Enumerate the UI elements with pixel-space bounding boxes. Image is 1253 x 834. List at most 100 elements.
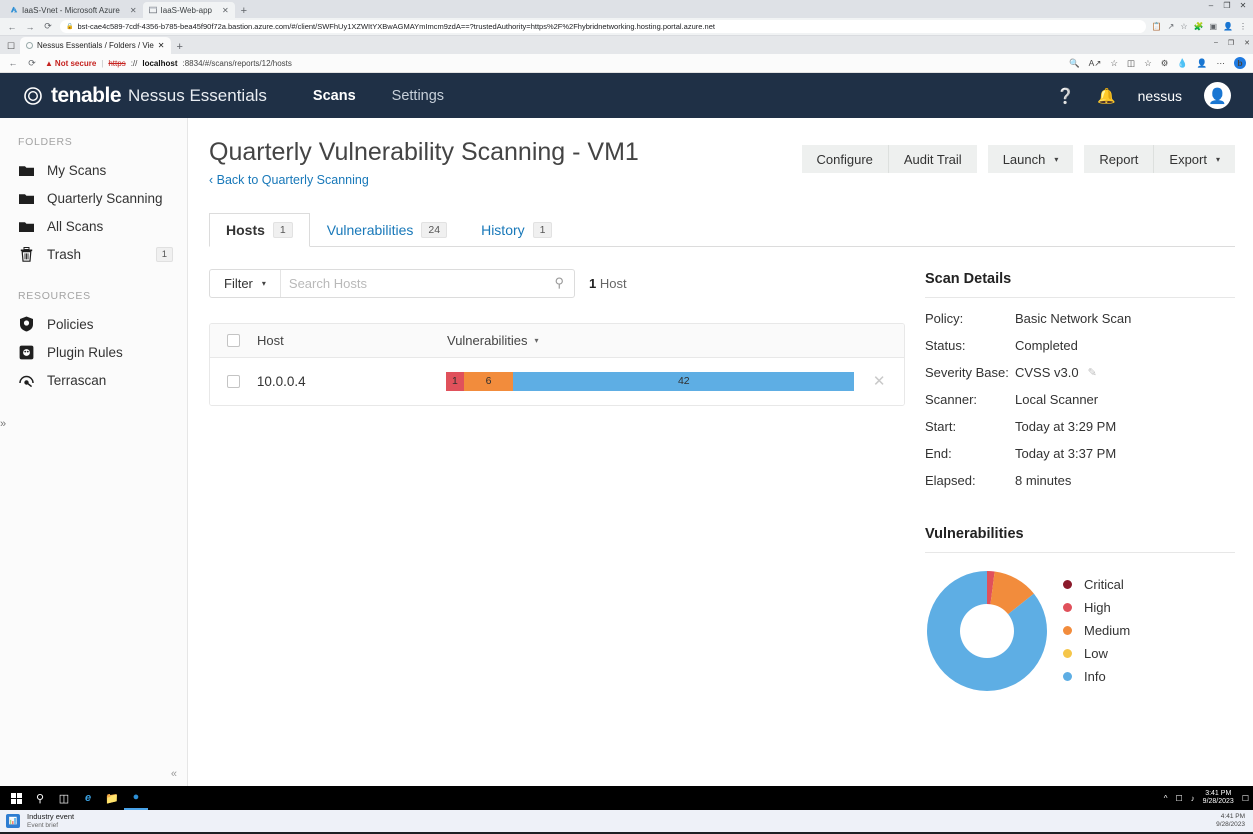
vulnerability-donut-chart[interactable] (925, 569, 1049, 693)
favorite-icon[interactable]: ☆ (1110, 58, 1118, 69)
extensions-icon[interactable]: 🧩 (1194, 22, 1204, 31)
copy-icon[interactable]: 📋 (1152, 22, 1162, 31)
table-row[interactable]: 10.0.0.4 1 6 42 ✕ (210, 357, 904, 405)
close-icon[interactable]: ✕ (222, 6, 229, 15)
sidebar-item-trash[interactable]: Trash 1 (0, 240, 187, 268)
search-icon[interactable]: ⚲ (28, 786, 52, 810)
column-header-vulnerabilities[interactable]: Vulnerabilities ▾ (447, 333, 854, 348)
export-button[interactable]: Export ▾ (1153, 145, 1235, 173)
new-tab-button[interactable]: + (171, 42, 189, 54)
settings-menu-icon[interactable]: ⋯ (1217, 58, 1226, 69)
profile-icon[interactable]: 👤 (1197, 58, 1208, 69)
tab-history[interactable]: History 1 (464, 213, 569, 247)
windows-start-icon[interactable] (4, 786, 28, 810)
outer-address-bar[interactable]: 🔒 bst-cae4c589-7cdf-4356-b785-bea45f90f7… (60, 20, 1146, 33)
row-checkbox[interactable] (226, 374, 240, 388)
vuln-segment-medium[interactable]: 6 (463, 371, 514, 391)
search-icon[interactable]: ⚲ (544, 270, 574, 297)
task-view-icon[interactable]: ◫ (52, 786, 76, 810)
forward-icon[interactable]: → (24, 22, 36, 32)
legend-item-medium[interactable]: Medium (1063, 623, 1130, 638)
vuln-segment-high[interactable]: 1 (446, 371, 464, 391)
close-icon[interactable]: ✕ (158, 41, 165, 50)
browser-essentials-icon[interactable]: ⚙ (1161, 58, 1169, 69)
internet-explorer-icon[interactable]: e (76, 786, 100, 810)
vuln-segment-info[interactable]: 42 (513, 371, 855, 391)
sidebar-item-terrascan[interactable]: Terrascan (0, 366, 187, 394)
user-avatar-icon[interactable]: 👤 (1204, 82, 1231, 109)
report-button[interactable]: Report (1084, 145, 1154, 173)
legend-item-high[interactable]: High (1063, 600, 1130, 615)
taskbar-clock[interactable]: 3:41 PM 9/28/2023 (1203, 790, 1234, 806)
news-card[interactable]: 📊 Industry event Event brief (6, 812, 74, 829)
lock-icon: 🔒 (66, 24, 74, 30)
read-aloud-icon[interactable]: A↗ (1089, 58, 1102, 69)
outer-tab-azure[interactable]: IaaS-Vnet - Microsoft Azure ✕ (4, 2, 143, 18)
question-circle-icon[interactable]: ❔ (1056, 87, 1075, 105)
back-icon[interactable]: ← (6, 22, 18, 32)
zoom-icon[interactable]: 🔍 (1069, 58, 1080, 69)
sidebar-expand-button[interactable]: » (0, 418, 6, 430)
notification-icon[interactable]: ☐ (1242, 794, 1249, 803)
sidebar-item-policies[interactable]: Policies (0, 310, 187, 338)
sidebar-item-all-scans[interactable]: All Scans (0, 212, 187, 240)
star-icon[interactable]: ☆ (1180, 22, 1187, 31)
folder-icon (18, 164, 35, 177)
reload-icon[interactable]: ⟳ (26, 58, 38, 69)
pencil-icon[interactable]: ✎ (1088, 366, 1097, 379)
menu-icon[interactable]: ⋮ (1239, 22, 1247, 31)
tab-vulnerabilities[interactable]: Vulnerabilities 24 (310, 213, 464, 247)
filter-button[interactable]: Filter ▾ (210, 269, 281, 297)
file-explorer-icon[interactable]: 📁 (100, 786, 124, 810)
legend-item-critical[interactable]: Critical (1063, 577, 1130, 592)
collections-icon[interactable]: ☆ (1144, 58, 1152, 69)
edge-icon[interactable]: ● (124, 786, 148, 810)
split-screen-icon[interactable]: ◫ (1127, 58, 1135, 69)
bell-icon[interactable]: 🔔 (1097, 87, 1116, 105)
remove-host-button[interactable]: ✕ (854, 372, 904, 390)
maximize-button[interactable]: ❐ (1219, 1, 1235, 10)
brand[interactable]: tenable Nessus Essentials (22, 84, 267, 108)
tab-hosts[interactable]: Hosts 1 (209, 212, 310, 247)
sidebar-item-plugin-rules[interactable]: Plugin Rules (0, 338, 187, 366)
launch-button[interactable]: Launch ▾ (987, 145, 1074, 173)
sidebar-collapse-button[interactable]: « (171, 768, 177, 780)
new-tab-button[interactable]: + (235, 6, 253, 18)
host-link[interactable]: 10.0.0.4 (257, 374, 306, 389)
close-icon[interactable]: ✕ (130, 6, 137, 15)
tab-actions-icon[interactable]: ☐ (2, 41, 20, 54)
close-button[interactable]: ✕ (1235, 1, 1251, 10)
minimize-button[interactable]: – (1203, 1, 1219, 10)
nav-link-scans[interactable]: Scans (313, 88, 356, 104)
share-icon[interactable]: ↗ (1168, 22, 1175, 31)
bing-copilot-icon[interactable]: b (1234, 57, 1246, 69)
audit-trail-button[interactable]: Audit Trail (887, 145, 977, 173)
sidebar-item-my-scans[interactable]: My Scans (0, 156, 187, 184)
vulnerability-bar[interactable]: 1 6 42 (446, 371, 855, 391)
nav-link-settings[interactable]: Settings (392, 88, 444, 104)
outer-tab-webapp[interactable]: IaaS-Web-app ✕ (142, 2, 235, 18)
not-secure-indicator[interactable]: ▲ Not secure (45, 59, 96, 68)
export-label: Export (1169, 151, 1207, 167)
search-input[interactable] (280, 269, 545, 297)
inner-tab-nessus[interactable]: Nessus Essentials / Folders / Vie ✕ (20, 37, 171, 54)
back-to-folder-link[interactable]: ‹ Back to Quarterly Scanning (209, 173, 639, 187)
inner-address-bar[interactable]: ▲ Not secure | https:// localhost:8834/#/… (45, 59, 1062, 68)
profile-icon[interactable]: 👤 (1223, 22, 1233, 31)
chevron-up-icon[interactable]: ^ (1164, 794, 1168, 803)
legend-item-low[interactable]: Low (1063, 646, 1130, 661)
column-header-host[interactable]: Host (257, 333, 447, 348)
select-all-checkbox[interactable] (227, 333, 240, 347)
legend-item-info[interactable]: Info (1063, 669, 1130, 684)
configure-button[interactable]: Configure (801, 145, 888, 173)
reload-icon[interactable]: ⟳ (42, 21, 54, 32)
network-icon[interactable]: ☐ (1176, 794, 1183, 803)
split-screen-icon[interactable]: ▣ (1209, 22, 1217, 31)
close-button[interactable]: ✕ (1244, 39, 1250, 47)
sidebar-item-quarterly-scanning[interactable]: Quarterly Scanning (0, 184, 187, 212)
volume-muted-icon[interactable]: ♪ (1191, 794, 1195, 803)
back-icon[interactable]: ← (7, 58, 19, 68)
minimize-button[interactable]: – (1214, 39, 1218, 47)
maximize-button[interactable]: ❐ (1228, 39, 1234, 47)
drop-icon[interactable]: 💧 (1177, 58, 1188, 69)
